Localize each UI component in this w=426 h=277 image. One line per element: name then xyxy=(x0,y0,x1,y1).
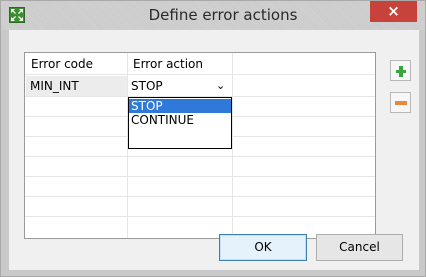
row-divider xyxy=(25,216,375,217)
title-bar[interactable]: Define error actions × xyxy=(1,1,425,30)
close-button[interactable]: × xyxy=(370,1,417,22)
row-divider xyxy=(25,196,375,197)
window-title: Define error actions xyxy=(148,6,298,24)
dialog-body: Error code Error action MIN_INT STOP ⌄ S… xyxy=(9,30,419,270)
minus-icon xyxy=(395,101,407,105)
option-continue[interactable]: CONTINUE xyxy=(129,113,231,127)
column-header-error-code[interactable]: Error code xyxy=(31,53,93,75)
cancel-button[interactable]: Cancel xyxy=(316,234,403,261)
table-header: Error code Error action xyxy=(25,53,375,75)
chevron-down-icon[interactable]: ⌄ xyxy=(216,76,225,96)
error-action-select[interactable]: STOP ⌄ xyxy=(128,76,232,96)
error-actions-table: Error code Error action MIN_INT STOP ⌄ S… xyxy=(24,52,376,239)
plus-icon xyxy=(399,66,403,77)
add-row-button[interactable] xyxy=(390,60,411,81)
error-action-options: STOP CONTINUE xyxy=(128,97,232,149)
close-icon: × xyxy=(387,2,400,20)
ok-button[interactable]: OK xyxy=(219,234,307,261)
row-divider xyxy=(25,156,375,157)
row-divider xyxy=(25,176,375,177)
remove-row-button[interactable] xyxy=(390,92,411,113)
error-action-value: STOP xyxy=(131,79,163,93)
error-code-cell: MIN_INT xyxy=(30,79,79,93)
column-header-error-action[interactable]: Error action xyxy=(133,53,203,75)
option-stop[interactable]: STOP xyxy=(129,99,231,113)
dialog-window: Define error actions × Error code Error … xyxy=(0,0,426,277)
column-divider xyxy=(232,53,233,238)
table-row[interactable]: MIN_INT xyxy=(26,76,127,96)
